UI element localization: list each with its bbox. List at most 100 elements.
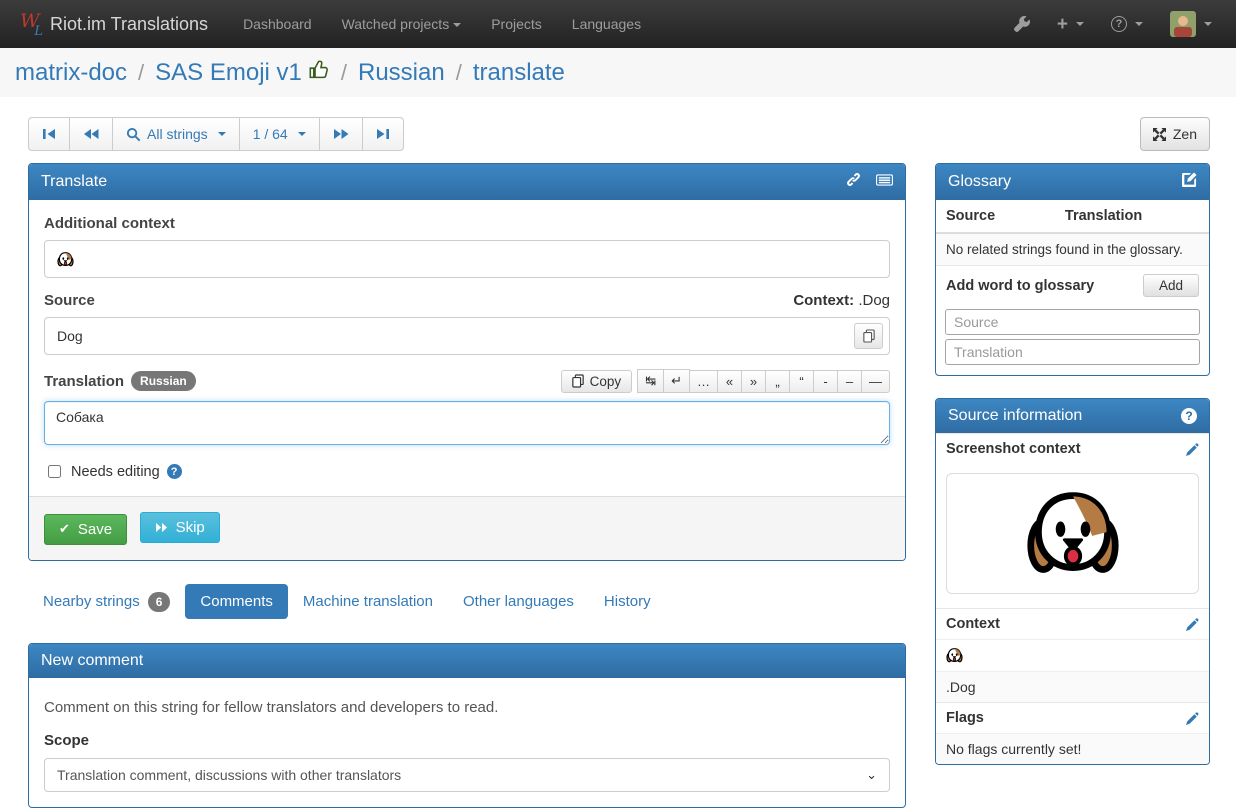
- special-char-button[interactable]: —: [861, 370, 890, 393]
- fast-forward-icon: [155, 522, 168, 533]
- wrench-icon: [1014, 16, 1030, 32]
- nav-watched-projects[interactable]: Watched projects: [327, 0, 477, 48]
- screenshot-context-area: [936, 464, 1209, 608]
- special-char-button[interactable]: „: [765, 370, 790, 393]
- add-menu-button[interactable]: +: [1057, 15, 1084, 34]
- context-emoji-row: [936, 639, 1209, 671]
- translation-label: Translation: [44, 373, 124, 390]
- language-badge: Russian: [131, 371, 196, 391]
- breadcrumb-project[interactable]: matrix-doc: [15, 59, 127, 87]
- chevron-down-icon: [453, 23, 461, 27]
- skip-button[interactable]: Skip: [140, 512, 220, 543]
- position-button[interactable]: 1 / 64: [239, 117, 320, 151]
- context-section-label: Context: [946, 616, 1000, 632]
- zen-mode-button[interactable]: Zen: [1140, 117, 1210, 151]
- translation-input[interactable]: Собака: [44, 401, 890, 445]
- last-icon: [376, 128, 390, 140]
- plus-icon: +: [1057, 15, 1068, 34]
- copy-icon: [863, 329, 875, 343]
- special-char-button[interactable]: “: [789, 370, 814, 393]
- tab-machine-translation[interactable]: Machine translation: [288, 584, 448, 619]
- detail-tabs: Nearby strings 6 Comments Machine transl…: [28, 583, 906, 621]
- edit-screenshot-icon[interactable]: [1186, 443, 1199, 456]
- admin-tools-button[interactable]: [1014, 16, 1030, 32]
- first-string-button[interactable]: [28, 117, 70, 151]
- source-information-title: Source information: [948, 407, 1082, 425]
- nav-dashboard[interactable]: Dashboard: [228, 0, 327, 48]
- additional-context-label: Additional context: [44, 215, 890, 232]
- source-information-header: Source information ?: [936, 399, 1209, 433]
- chevron-down-icon: ⌄: [866, 767, 877, 783]
- edit-flags-icon[interactable]: [1186, 712, 1199, 725]
- help-menu-button[interactable]: ?: [1111, 16, 1143, 32]
- new-comment-title: New comment: [41, 652, 143, 670]
- glossary-header: Glossary: [936, 164, 1209, 200]
- breadcrumb-separator: /: [456, 60, 462, 86]
- dog-emoji-icon: [946, 647, 963, 664]
- check-icon: ✔: [59, 521, 70, 537]
- scope-label: Scope: [44, 732, 890, 749]
- add-glossary-word-button[interactable]: Add: [1143, 274, 1199, 297]
- nav-languages[interactable]: Languages: [557, 0, 656, 48]
- nav-projects[interactable]: Projects: [476, 0, 557, 48]
- glossary-source-input[interactable]: [945, 309, 1200, 335]
- special-char-button[interactable]: …: [689, 370, 718, 393]
- needs-editing-checkbox[interactable]: [48, 465, 61, 478]
- breadcrumb-page[interactable]: translate: [473, 59, 565, 87]
- chevron-down-icon: [218, 132, 226, 136]
- tab-history[interactable]: History: [589, 584, 666, 619]
- glossary-translation-input[interactable]: [945, 339, 1200, 365]
- special-char-button[interactable]: ↹: [637, 369, 664, 393]
- translate-panel-footer: ✔ Save Skip: [29, 496, 905, 560]
- flags-section-label: Flags: [946, 710, 984, 726]
- next-string-button[interactable]: [319, 117, 363, 151]
- copy-label: Copy: [590, 374, 622, 389]
- tab-other-languages[interactable]: Other languages: [448, 584, 589, 619]
- glossary-title: Glossary: [948, 173, 1011, 191]
- edit-glossary-icon[interactable]: [1182, 172, 1197, 192]
- special-char-button[interactable]: -: [813, 370, 838, 393]
- context-value: .Dog: [858, 292, 890, 309]
- brand[interactable]: WL Riot.im Translations: [14, 12, 214, 36]
- scope-selected-value: Translation comment, discussions with ot…: [57, 767, 401, 783]
- source-string-value: Dog: [57, 328, 83, 344]
- copy-translation-button[interactable]: Copy: [561, 370, 633, 393]
- tab-nearby-strings[interactable]: Nearby strings 6: [28, 583, 185, 621]
- new-comment-header: New comment: [29, 644, 905, 678]
- source-information-panel: Source information ? Screenshot context …: [935, 398, 1210, 765]
- breadcrumb-separator: /: [138, 60, 144, 86]
- weblate-logo-icon: WL: [20, 12, 42, 36]
- context-label: Context:: [793, 292, 854, 309]
- search-filter-button[interactable]: All strings: [112, 117, 240, 151]
- breadcrumb-language[interactable]: Russian: [358, 59, 445, 87]
- next-icon: [333, 128, 349, 140]
- previous-string-button[interactable]: [69, 117, 113, 151]
- keyboard-shortcuts-icon[interactable]: [876, 173, 893, 191]
- edit-context-icon[interactable]: [1186, 618, 1199, 631]
- dog-emoji-icon: [57, 251, 74, 268]
- chevron-down-icon: [298, 132, 306, 136]
- last-string-button[interactable]: [362, 117, 404, 151]
- glossary-panel: Glossary Source Translation No related s…: [935, 163, 1210, 376]
- tab-comments[interactable]: Comments: [185, 584, 288, 619]
- save-button[interactable]: ✔ Save: [44, 514, 127, 545]
- special-char-button[interactable]: «: [717, 370, 742, 393]
- help-icon[interactable]: ?: [1181, 408, 1197, 424]
- user-menu-button[interactable]: [1170, 11, 1212, 37]
- special-char-button[interactable]: »: [741, 370, 766, 393]
- special-char-button[interactable]: –: [837, 370, 862, 393]
- breadcrumb-component[interactable]: SAS Emoji v1: [155, 59, 302, 87]
- copy-source-button[interactable]: [854, 323, 883, 349]
- chevron-down-icon: [1135, 22, 1143, 26]
- search-icon: [126, 127, 141, 142]
- source-label: Source: [44, 292, 95, 309]
- help-icon[interactable]: ?: [167, 464, 182, 479]
- filter-label: All strings: [147, 126, 208, 142]
- help-icon: ?: [1111, 16, 1127, 32]
- special-char-button[interactable]: ↵: [663, 369, 690, 393]
- top-navbar: WL Riot.im Translations Dashboard Watche…: [0, 0, 1236, 48]
- screenshot-image-box[interactable]: [946, 473, 1199, 594]
- permalink-icon[interactable]: [846, 172, 861, 192]
- scope-select[interactable]: Translation comment, discussions with ot…: [44, 758, 890, 792]
- context-key-row: .Dog: [936, 671, 1209, 702]
